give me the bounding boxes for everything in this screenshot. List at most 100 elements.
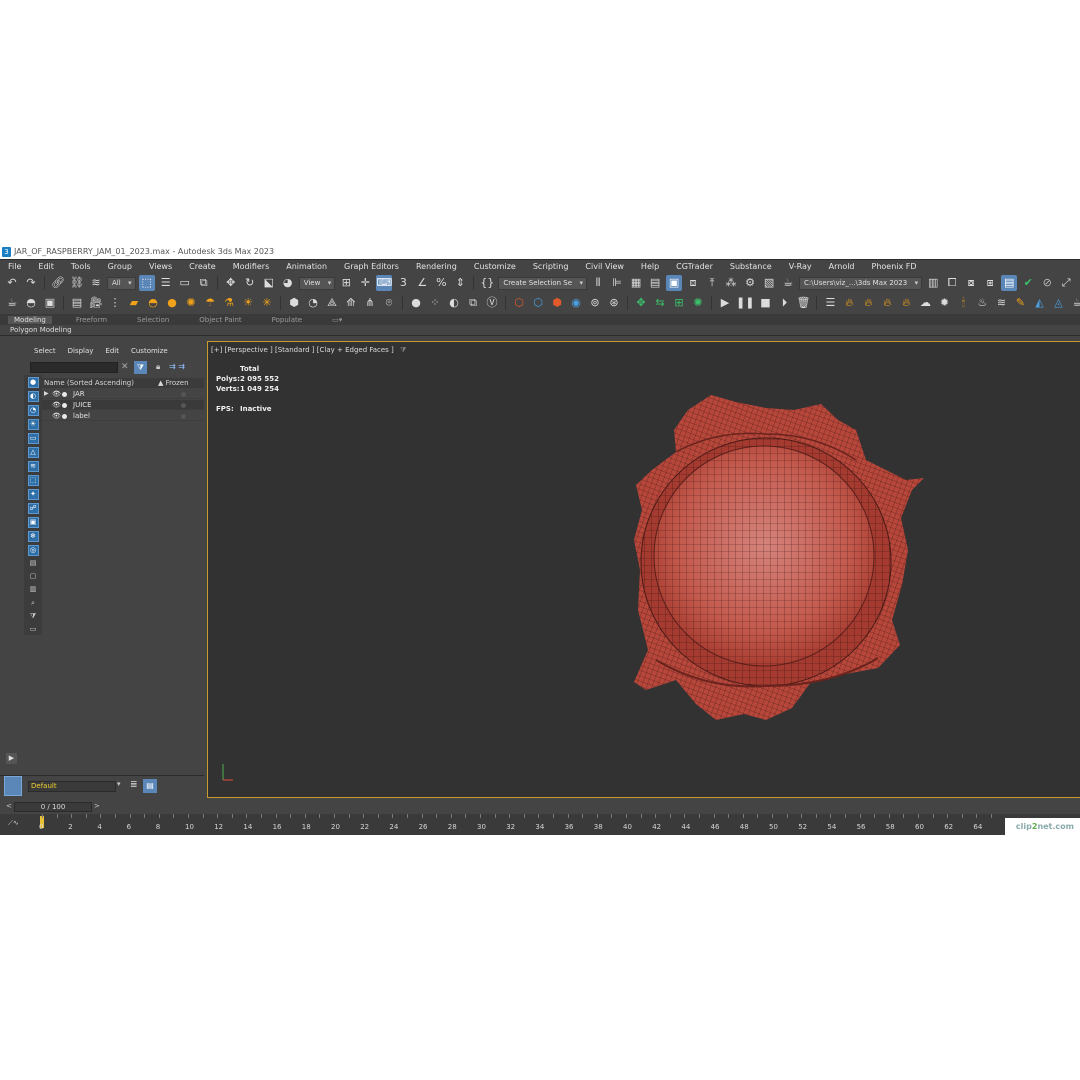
stop-icon[interactable]: ■ (757, 295, 773, 311)
unlink-icon[interactable]: ⛓ (69, 275, 85, 291)
sphere-tools-icon[interactable]: ◓ (23, 295, 39, 311)
display-lights-icon[interactable]: ☀ (27, 419, 39, 430)
phoenix-foam-icon[interactable]: ⊚ (587, 295, 603, 311)
visibility-eye-icon[interactable]: 👁︎ (52, 411, 61, 421)
open-icon[interactable]: ⧠ (944, 275, 960, 291)
preview-icon[interactable]: ⏵ (776, 295, 792, 311)
vray-plane-light-icon[interactable]: ▰ (126, 295, 142, 311)
pouring-preset-icon[interactable]: ◬ (1050, 295, 1066, 311)
angle-snap-icon[interactable]: ∠ (414, 275, 430, 291)
delete-cache-icon[interactable]: 🗑︎ (795, 295, 811, 311)
menu-graph-editors[interactable]: Graph Editors (344, 262, 407, 271)
vray-decal-icon[interactable]: ⌾ (381, 295, 397, 311)
current-layer-field[interactable]: Default (28, 781, 116, 792)
pause-icon[interactable]: ❚❚ (736, 295, 754, 311)
rendered-frame-window-icon[interactable]: ▧ (761, 275, 777, 291)
curve-editor-mini-icon[interactable]: ⟋∿ (8, 819, 19, 828)
selection-filter-dropdown[interactable]: All (107, 276, 136, 290)
menu-views[interactable]: Views (149, 262, 180, 271)
vray-ies-light-icon[interactable]: ☂ (202, 295, 218, 311)
display-spacewarps-icon[interactable]: ≋ (27, 461, 39, 472)
viewport-label-menu[interactable]: [+] [Perspective ] [Standard ] [Clay + E… (211, 346, 406, 355)
rect-selection-region-icon[interactable]: ▭ (177, 275, 193, 291)
display-none-toggle-icon[interactable]: ▢ (28, 572, 39, 582)
window-crossing-icon[interactable]: ⧉ (196, 275, 212, 291)
lock-icon[interactable]: 🔒︎ (156, 362, 160, 372)
keyboard-shortcut-toggle-icon[interactable]: ⌨ (376, 275, 393, 291)
expand-arrow-icon[interactable]: ▶ (44, 389, 49, 399)
vray-fur-icon[interactable]: ◔ (305, 295, 321, 311)
fire-preset-4-icon[interactable]: 🔥︎ (898, 295, 914, 311)
vray-frame-buffer-icon[interactable]: ▤ (69, 295, 85, 311)
display-shapes-icon[interactable]: ◔ (27, 405, 39, 416)
find-icon[interactable]: ⌕ (28, 599, 39, 609)
menu-civil-view[interactable]: Civil View (585, 262, 632, 271)
material-editor-icon[interactable]: ⁂ (723, 275, 739, 291)
phoenix-particle-icon[interactable]: ⊛ (606, 295, 622, 311)
place-icon[interactable]: ◕ (280, 275, 296, 291)
vray-clipper-icon[interactable]: ⟰ (343, 295, 359, 311)
ribbon-tab-freeform[interactable]: Freeform (76, 316, 107, 324)
ribbon-tab-selection[interactable]: Selection (137, 316, 169, 324)
display-geometry-icon[interactable]: ◐ (27, 391, 39, 402)
vray-render-icon[interactable]: Ⓥ (484, 295, 500, 311)
phoenix-body-force-icon[interactable]: ⊞ (671, 295, 687, 311)
more-tools-icon[interactable]: ⤢ (1058, 275, 1074, 291)
phoenix-vortex-icon[interactable]: ✺ (690, 295, 706, 311)
phoenix-force-icon[interactable]: ✥ (633, 295, 649, 311)
collapse-panel-icon[interactable]: ▶ (6, 753, 17, 764)
layer-explorer-icon[interactable] (4, 776, 22, 796)
menu-arnold[interactable]: Arnold (829, 262, 863, 271)
column-frozen-header[interactable]: ▲ Frozen (158, 378, 189, 388)
check-icon[interactable]: ✔ (1020, 275, 1036, 291)
mirror-icon[interactable]: ⫴ (590, 275, 606, 291)
move-icon[interactable]: ✥ (223, 275, 239, 291)
display-frozen-icon[interactable]: ❄ (27, 531, 39, 542)
menu-create[interactable]: Create (189, 262, 224, 271)
visibility-eye-icon[interactable]: 👁︎ (52, 389, 61, 399)
play-icon[interactable]: ▶ (717, 295, 733, 311)
vray-ambient-light-icon[interactable]: ⚗ (221, 295, 237, 311)
vray-proxy-icon[interactable]: ⬢ (286, 295, 302, 311)
filter-funnel-icon[interactable]: ⧩ (28, 612, 39, 622)
display-containers-icon[interactable]: ▣ (27, 517, 39, 528)
explorer-menu-display[interactable]: Display (68, 347, 94, 355)
vray-dome-light-icon[interactable]: ◓ (145, 295, 161, 311)
pivot-center-icon[interactable]: ⊞ (338, 275, 354, 291)
explorer-menu-select[interactable]: Select (34, 347, 56, 355)
fire-preset-3-icon[interactable]: 🔥︎ (879, 295, 895, 311)
display-all-icon[interactable]: ▤ (28, 559, 39, 569)
frozen-toggle-icon[interactable] (181, 414, 186, 419)
ribbon-tab-object-paint[interactable]: Object Paint (199, 316, 241, 324)
percent-snap-icon[interactable]: % (433, 275, 449, 291)
render-dot-icon[interactable] (62, 403, 67, 408)
phoenix-liquid-source-icon[interactable]: ⬡ (530, 295, 546, 311)
display-helpers-icon[interactable]: △ (27, 447, 39, 458)
ocean-preset-icon[interactable]: ◭ (1031, 295, 1047, 311)
viewport-label[interactable]: [+] [Perspective ] [Standard ] [Clay + E… (211, 346, 394, 354)
frozen-toggle-icon[interactable] (181, 392, 186, 397)
visibility-eye-icon[interactable]: 👁︎ (52, 400, 61, 410)
render-dot-icon[interactable] (62, 414, 67, 419)
render-dot-icon[interactable] (62, 392, 67, 397)
project-folder-icon[interactable]: ▥ (925, 275, 941, 291)
ref-coord-dropdown[interactable]: View (298, 276, 336, 290)
explorer-menu-edit[interactable]: Edit (105, 347, 119, 355)
workspace-icon[interactable]: ▤ (1001, 275, 1018, 291)
wind-preset-icon[interactable]: ≋ (993, 295, 1009, 311)
vray-light-mix-icon[interactable]: ✳ (259, 295, 275, 311)
fire-preset-2-icon[interactable]: 🔥︎ (860, 295, 876, 311)
column-name-header[interactable]: Name (Sorted Ascending) (42, 378, 134, 388)
named-selection-dropdown[interactable]: Create Selection Se (498, 276, 588, 290)
menu-file[interactable]: File (8, 262, 29, 271)
layer-manager-icon[interactable]: ▤ (143, 779, 157, 793)
vray-mesh-light-icon[interactable]: ✺ (183, 295, 199, 311)
explorer-row-juice[interactable]: 👁︎ JUICE (42, 400, 204, 410)
teapot-icon[interactable]: ☕︎ (4, 295, 20, 311)
display-bones-icon[interactable]: ☍ (27, 503, 39, 514)
time-prev-button[interactable]: < (6, 802, 12, 810)
align-icon[interactable]: ⊫ (609, 275, 625, 291)
display-xrefs-icon[interactable]: ✦ (27, 489, 39, 500)
display-invert-icon[interactable]: ▥ (28, 585, 39, 595)
save-icon[interactable]: ⧇ (963, 275, 979, 291)
